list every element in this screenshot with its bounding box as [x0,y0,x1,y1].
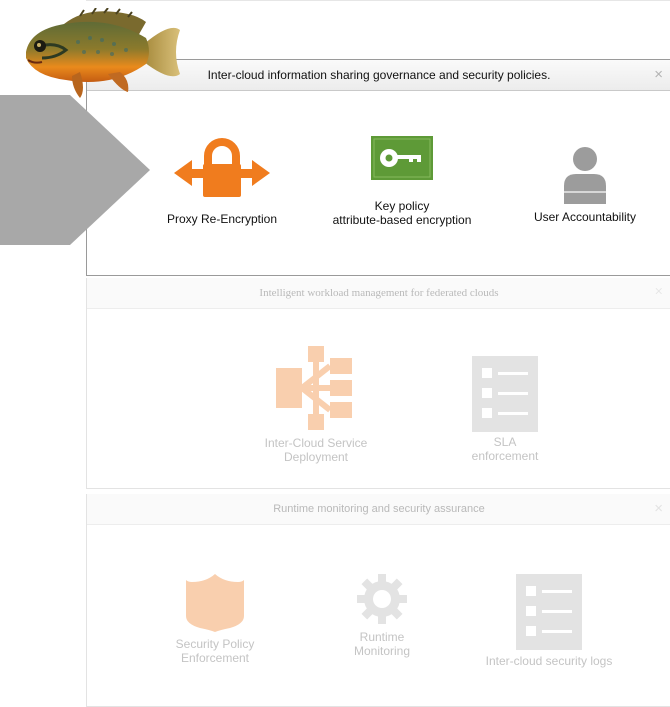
item-runtime-label-line1: Runtime [359,630,405,644]
panel-workload-title: Intelligent workload management for fede… [259,287,499,299]
item-runtime-label-line2: Monitoring [353,644,411,658]
panel-governance-title: Inter-cloud information sharing governan… [207,68,551,82]
item-security-policy-enforcement[interactable]: Security Policy Enforcement [157,572,273,665]
item-sla-label-line1: SLA [493,435,517,449]
item-security-policy-label-line2: Enforcement [180,651,250,665]
shield-icon [186,574,244,632]
item-proxy-re-encryption[interactable]: Proxy Re-Encryption [149,138,295,226]
lock-arrows-icon [174,138,270,197]
item-inter-cloud-security-logs[interactable]: Inter-cloud security logs [469,574,629,668]
deployment-icon [276,346,352,430]
item-key-policy-label-line2: attribute-based encryption [332,213,472,227]
item-key-policy-label-line1: Key policy [374,199,430,213]
user-icon [564,147,606,204]
key-icon [371,136,433,180]
item-proxy-re-encryption-label: Proxy Re-Encryption [166,212,278,226]
item-user-accountability[interactable]: User Accountability [509,146,661,224]
panel-runtime: Runtime monitoring and security assuranc… [86,494,670,707]
item-logs-label: Inter-cloud security logs [485,654,613,668]
panel-runtime-close-icon[interactable]: × [654,500,663,517]
item-sla-label-line2: enforcement [471,449,539,463]
log-list-icon [516,574,582,650]
gear-icon [357,574,407,624]
panel-workload-close-icon[interactable]: × [655,284,663,301]
item-user-accountability-label: User Accountability [533,210,637,224]
item-deployment-label-line2: Deployment [283,450,349,464]
item-sla-enforcement[interactable]: SLA enforcement [447,356,563,463]
item-runtime-monitoring[interactable]: Runtime Monitoring [327,574,437,658]
checklist-icon [472,356,538,432]
fish-image [26,8,180,98]
panel-workload-header: Intelligent workload management for fede… [87,278,670,309]
panel-runtime-header: Runtime monitoring and security assuranc… [87,494,670,525]
panel-governance-close-icon[interactable]: × [654,66,663,83]
top-divider [86,0,670,1]
item-inter-cloud-deployment[interactable]: Inter-Cloud Service Deployment [251,344,381,464]
panel-runtime-title: Runtime monitoring and security assuranc… [273,503,485,515]
item-deployment-label-line1: Inter-Cloud Service [264,436,368,450]
item-security-policy-label-line1: Security Policy [175,637,255,651]
item-key-policy-abe[interactable]: Key policy attribute-based encryption [312,136,492,227]
panel-workload: Intelligent workload management for fede… [86,278,670,489]
